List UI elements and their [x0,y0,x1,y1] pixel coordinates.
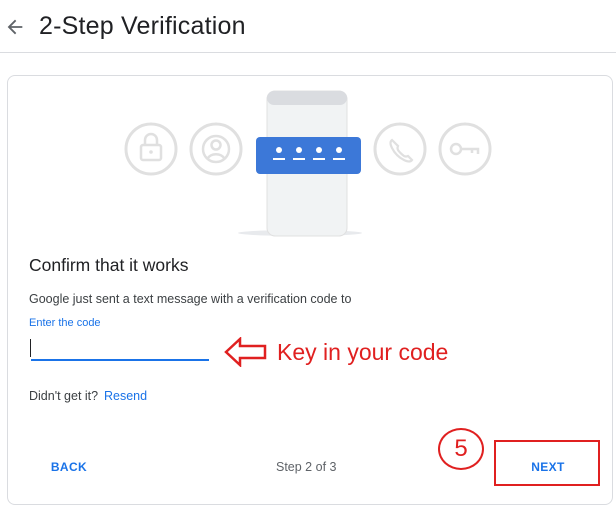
key-icon [438,122,492,176]
info-text: Google just sent a text message with a v… [29,292,352,306]
resend-link[interactable]: Resend [104,389,147,403]
annotation-arrow-icon [224,337,267,367]
confirm-title: Confirm that it works [29,255,189,275]
step-indicator: Step 2 of 3 [276,460,337,474]
annotation-step-badge: 5 [438,428,484,470]
code-field-label: Enter the code [29,317,101,329]
password-dots-icon [256,137,361,174]
phone-illustration [124,90,492,237]
text-caret [30,339,31,357]
next-button[interactable]: NEXT [516,452,580,482]
code-input[interactable] [31,337,209,361]
back-button[interactable]: BACK [40,452,98,482]
annotation-instruction: Key in your code [277,339,449,365]
phone-call-icon [373,122,427,176]
lock-icon [124,122,178,176]
account-circle-icon [189,122,243,176]
didnt-get-text: Didn't get it? [29,389,99,403]
